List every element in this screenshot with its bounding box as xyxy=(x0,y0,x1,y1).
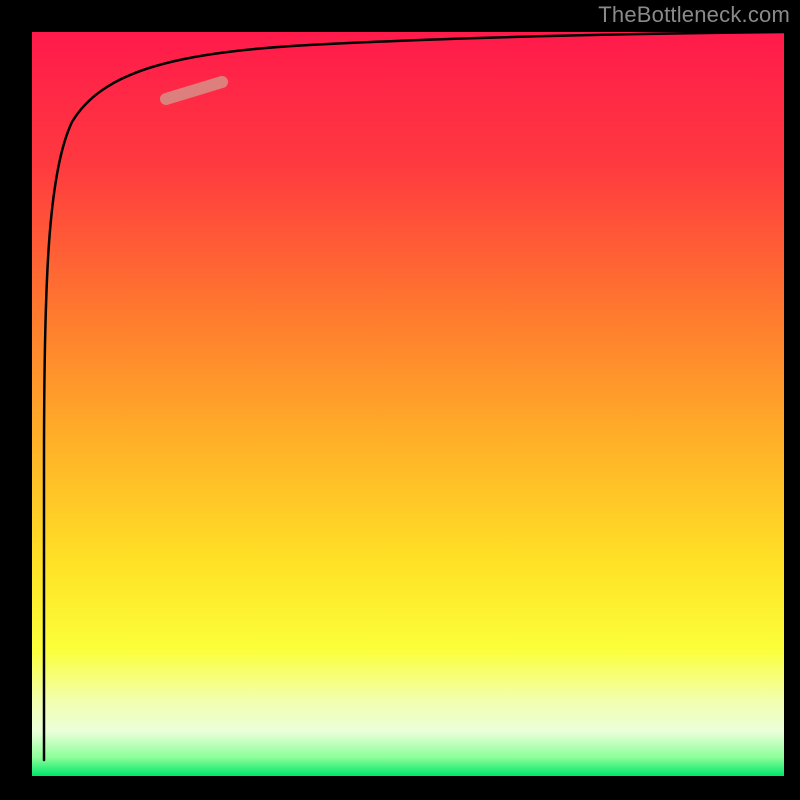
plot-area xyxy=(32,32,784,776)
chart-stage: TheBottleneck.com xyxy=(0,0,800,800)
watermark-text: TheBottleneck.com xyxy=(598,2,790,28)
curve-layer xyxy=(32,32,784,776)
curve-marker-icon xyxy=(166,82,222,99)
bottleneck-curve xyxy=(44,32,784,760)
